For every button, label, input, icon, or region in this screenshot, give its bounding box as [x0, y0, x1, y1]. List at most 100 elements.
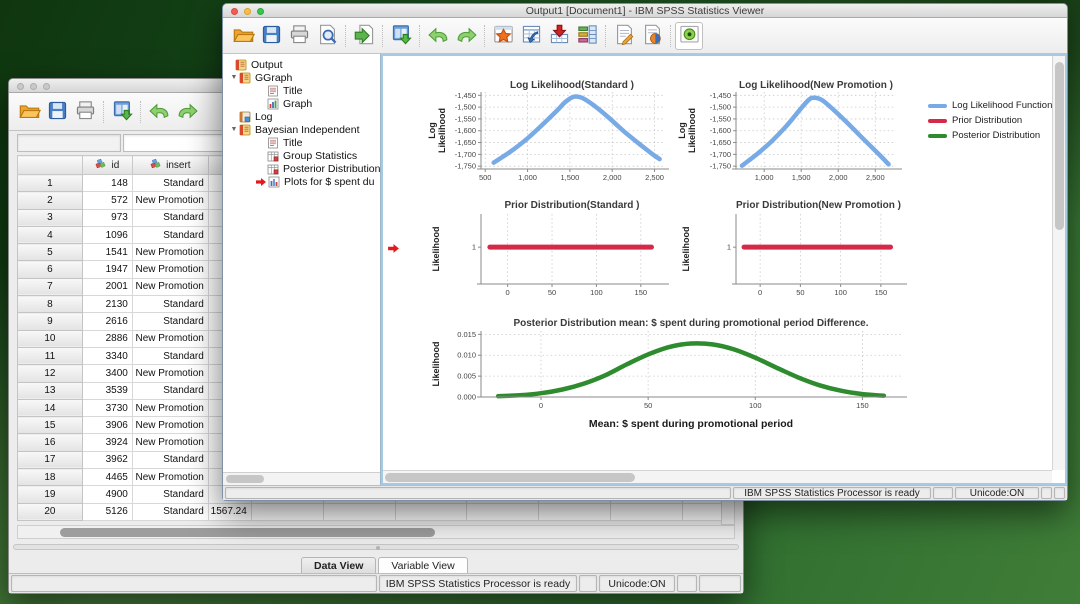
column-header-insert[interactable]: insert	[131, 155, 209, 175]
cell[interactable]: 973	[81, 208, 133, 227]
cell[interactable]: Standard	[131, 312, 209, 331]
cell[interactable]: 148	[81, 173, 133, 193]
cell[interactable]: New Promotion	[131, 416, 209, 435]
cell[interactable]: Standard	[131, 502, 209, 521]
cell[interactable]: New Promotion	[131, 468, 209, 487]
recall-dialogs-button[interactable]	[108, 98, 136, 126]
print-preview-button[interactable]	[313, 22, 341, 50]
goto-data-button[interactable]	[517, 22, 545, 50]
cell[interactable]: 3340	[81, 346, 133, 366]
pane-splitter[interactable]	[13, 541, 739, 553]
cell[interactable]: New Promotion	[131, 191, 209, 210]
cell[interactable]: 572	[81, 191, 133, 210]
cell[interactable]: 2616	[81, 312, 133, 331]
row-header[interactable]: 2	[17, 191, 83, 210]
cell[interactable]: 2130	[81, 295, 133, 314]
tree-item-plots-for-spent-du[interactable]: Plots for $ spent du	[223, 175, 380, 188]
row-header[interactable]: 3	[17, 208, 83, 227]
row-header[interactable]: 6	[17, 260, 83, 279]
row-header[interactable]: 18	[17, 468, 83, 487]
cell[interactable]: 3730	[81, 398, 133, 418]
cell[interactable]: 3539	[81, 381, 133, 400]
cell[interactable]: Standard	[131, 485, 209, 504]
row-header[interactable]: 17	[17, 450, 83, 470]
select-last-output-button[interactable]	[675, 21, 703, 50]
cell[interactable]	[610, 502, 683, 521]
row-header[interactable]: 13	[17, 381, 83, 400]
cell[interactable]: 3924	[81, 433, 133, 452]
cell[interactable]: Standard	[131, 208, 209, 227]
designate-window-button[interactable]	[489, 22, 517, 50]
cell[interactable]: 1096	[81, 225, 133, 245]
tree-item-title[interactable]: Title	[223, 84, 380, 97]
tree-item-ggraph[interactable]: ▼ GGraph	[223, 71, 380, 84]
cell[interactable]: 4465	[81, 468, 133, 487]
open-button[interactable]	[15, 98, 43, 126]
cell[interactable]: Standard	[131, 381, 209, 400]
save-button[interactable]	[43, 98, 71, 126]
row-header[interactable]: 19	[17, 485, 83, 504]
chart-prior-distribution-standard[interactable]: Prior Distribution(Standard ) Likelihood 0…	[426, 197, 718, 297]
cell[interactable]: New Promotion	[131, 398, 209, 418]
cell[interactable]: New Promotion	[131, 260, 209, 279]
row-header[interactable]: 20	[17, 502, 83, 521]
cell[interactable]: New Promotion	[131, 243, 209, 262]
row-header[interactable]: 5	[17, 243, 83, 262]
cell[interactable]	[250, 502, 324, 521]
row-header[interactable]: 9	[17, 312, 83, 331]
run-script-button[interactable]	[638, 22, 666, 50]
undo-button[interactable]	[145, 98, 173, 126]
output-vertical-scrollbar[interactable]	[1052, 56, 1065, 470]
variables-button[interactable]	[573, 22, 601, 50]
redo-button[interactable]	[173, 98, 201, 126]
expand-triangle-icon[interactable]: ▼	[229, 126, 239, 133]
redo-button[interactable]	[452, 22, 480, 50]
scrollbar-thumb[interactable]	[226, 475, 264, 483]
tree-item-bayesian-independent[interactable]: ▼ Bayesian Independent	[223, 123, 380, 136]
tree-item-log[interactable]: Log	[223, 110, 380, 123]
edit-text-button[interactable]	[610, 22, 638, 50]
print-button[interactable]	[71, 98, 99, 126]
open-button[interactable]	[229, 22, 257, 50]
viewer-titlebar[interactable]: Output1 [Document1] - IBM SPSS Statistic…	[223, 4, 1067, 18]
cell[interactable]: 3400	[81, 364, 133, 383]
cell[interactable]: 1541	[81, 243, 133, 262]
column-header[interactable]	[17, 155, 83, 175]
cell[interactable]	[394, 502, 468, 521]
cell[interactable]: New Promotion	[131, 433, 209, 452]
chart-log-likelihood-standard[interactable]: Log Likelihood(Standard ) Log Likelihood 50…	[426, 77, 718, 189]
print-button[interactable]	[285, 22, 313, 50]
cell[interactable]: 5126	[81, 502, 133, 521]
cell[interactable]: 1947	[81, 260, 133, 279]
save-button[interactable]	[257, 22, 285, 50]
row-header[interactable]: 7	[17, 277, 83, 297]
undo-button[interactable]	[424, 22, 452, 50]
cell-reference-box[interactable]	[17, 134, 121, 152]
scrollbar-thumb[interactable]	[385, 473, 635, 482]
scrollbar-thumb[interactable]	[60, 528, 435, 537]
cell[interactable]: 4900	[81, 485, 133, 504]
tree-item-group-statistics[interactable]: Group Statistics	[223, 149, 380, 162]
recall-dialogs-button[interactable]	[387, 22, 415, 50]
export-button[interactable]	[350, 22, 378, 50]
row-header[interactable]: 16	[17, 433, 83, 452]
cell[interactable]: Standard	[131, 346, 209, 366]
cell[interactable]: Standard	[131, 225, 209, 245]
cell[interactable]: Standard	[131, 173, 209, 193]
row-header[interactable]: 11	[17, 346, 83, 366]
cell[interactable]	[538, 502, 612, 521]
row-header[interactable]: 10	[17, 329, 83, 348]
scrollbar-thumb[interactable]	[1055, 62, 1064, 230]
cell[interactable]: 2886	[81, 329, 133, 348]
chart-log-likelihood-new-promotion[interactable]: Log Likelihood(New Promotion ) Log Likelih…	[676, 77, 908, 189]
splitter-grip[interactable]	[376, 546, 380, 550]
column-header-id[interactable]: id	[81, 155, 133, 175]
cell[interactable]: 2001	[81, 277, 133, 297]
chart-posterior-distribution-mean-spent-during[interactable]: Posterior Distribution mean: $ spent dur…	[426, 315, 916, 413]
window-controls[interactable]	[17, 83, 50, 90]
row-header[interactable]: 1	[17, 173, 83, 193]
cell[interactable]: Standard	[131, 295, 209, 314]
row-header[interactable]: 4	[17, 225, 83, 245]
row-header[interactable]: 8	[17, 295, 83, 314]
zoom-button[interactable]	[43, 83, 50, 90]
